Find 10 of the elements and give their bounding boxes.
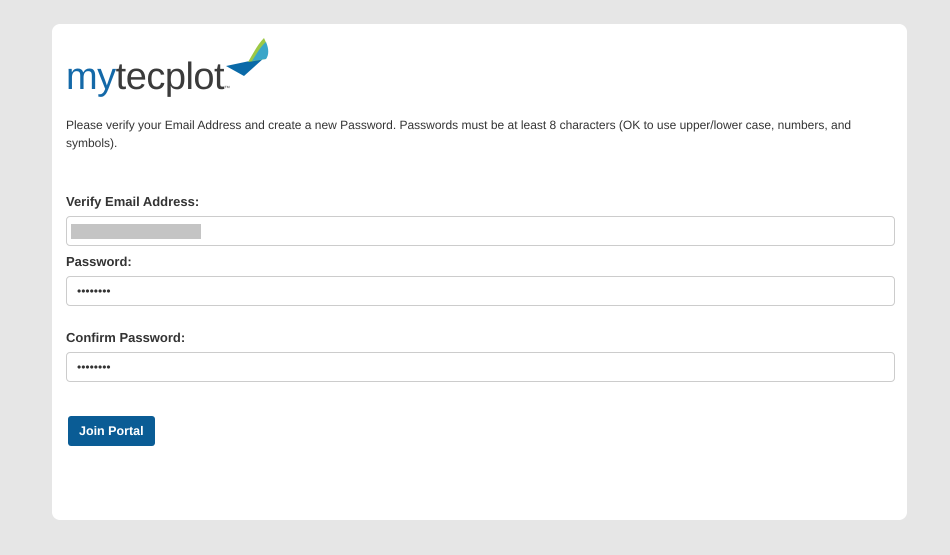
email-field[interactable] bbox=[66, 216, 895, 246]
field-label: Confirm Password: bbox=[66, 330, 186, 345]
join-portal-button[interactable]: Join Portal bbox=[68, 416, 155, 446]
field-label: Password: bbox=[66, 254, 133, 269]
logo-text: mytecplot bbox=[66, 58, 224, 96]
logo-swoosh-icon bbox=[224, 38, 270, 78]
field-label: Verify Email Address: bbox=[66, 194, 200, 209]
password-field[interactable]: •••••••• bbox=[66, 276, 895, 306]
password-field[interactable]: •••••••• bbox=[66, 352, 895, 382]
instructions-text: Please verify your Email Address and create a new Password. Passwords must be at least 8 characters (OK to use upper/lower case, numbers, and symbols). bbox=[66, 117, 852, 152]
